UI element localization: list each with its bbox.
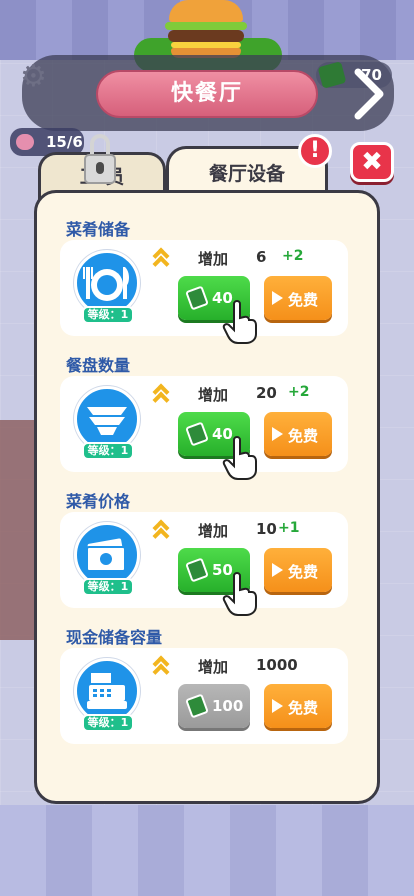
upgrade-card: 等级：1 增加 1000 100 免费 — [60, 648, 348, 744]
increase-delta: +2 — [282, 248, 304, 264]
lock-icon — [84, 134, 116, 184]
cash-icon — [185, 693, 209, 719]
section-title: 菜肴储备 — [66, 220, 131, 239]
settings-gear-icon[interactable]: ⚙ — [20, 62, 50, 92]
increase-label: 增加 — [198, 386, 229, 404]
level-badge: 等级：1 — [82, 306, 134, 324]
next-restaurant-arrow-icon[interactable] — [348, 66, 388, 122]
level-badge: 等级：1 — [82, 714, 134, 732]
play-video-icon — [272, 563, 283, 577]
increase-value: 6 — [256, 248, 267, 266]
free-label: 免费 — [288, 427, 319, 445]
buy-upgrade-button-disabled[interactable]: 100 — [178, 684, 250, 728]
free-upgrade-button[interactable]: 免费 — [264, 412, 332, 456]
upgrade-cost: 100 — [212, 697, 244, 715]
increase-label: 增加 — [198, 250, 229, 268]
increase-value: 1000 — [256, 656, 298, 674]
increase-value: 10 — [256, 520, 277, 538]
free-upgrade-button[interactable]: 免费 — [264, 548, 332, 592]
burger-sign-icon — [165, 0, 247, 60]
increase-label: 增加 — [198, 658, 229, 676]
customer-icon — [16, 134, 34, 150]
upgrade-card: 等级：1 增加 10 +1 50 免费 — [60, 512, 348, 608]
upgrade-card: 等级：1 增加 20 +2 40 免费 — [60, 376, 348, 472]
free-upgrade-button[interactable]: 免费 — [264, 276, 332, 320]
increase-label: 增加 — [198, 522, 229, 540]
cash-icon — [185, 285, 209, 311]
background-counter — [0, 420, 34, 640]
tap-hand-icon — [222, 436, 257, 480]
play-video-icon — [272, 427, 283, 441]
section-title: 菜肴价格 — [66, 492, 131, 511]
increase-delta: +1 — [278, 520, 300, 536]
cash-icon — [185, 421, 209, 447]
background-floor-tiles — [0, 805, 414, 896]
restaurant-title: 快餐厅 — [96, 70, 318, 118]
free-label: 免费 — [288, 699, 319, 717]
level-badge: 等级：1 — [82, 578, 134, 596]
play-video-icon — [272, 291, 283, 305]
free-label: 免费 — [288, 563, 319, 581]
upgrade-chevron-icon — [152, 654, 174, 681]
tap-hand-icon — [222, 300, 257, 344]
upgrade-chevron-icon — [152, 382, 174, 409]
close-button[interactable]: ✖ — [350, 142, 394, 182]
tap-hand-icon — [222, 572, 257, 616]
level-badge: 等级：1 — [82, 442, 134, 460]
alert-icon: ! — [298, 134, 332, 168]
free-upgrade-button[interactable]: 免费 — [264, 684, 332, 728]
section-title: 现金储备容量 — [66, 628, 163, 647]
upgrade-chevron-icon — [152, 518, 174, 545]
upgrade-card: 等级：1 增加 6 +2 40 免费 — [60, 240, 348, 336]
play-video-icon — [272, 699, 283, 713]
cash-icon — [317, 61, 347, 89]
increase-value: 20 — [256, 384, 277, 402]
free-label: 免费 — [288, 291, 319, 309]
upgrade-chevron-icon — [152, 246, 174, 273]
section-title: 餐盘数量 — [66, 356, 131, 375]
increase-delta: +2 — [288, 384, 310, 400]
cash-icon — [185, 557, 209, 583]
customer-count: 15/6 — [46, 133, 83, 151]
